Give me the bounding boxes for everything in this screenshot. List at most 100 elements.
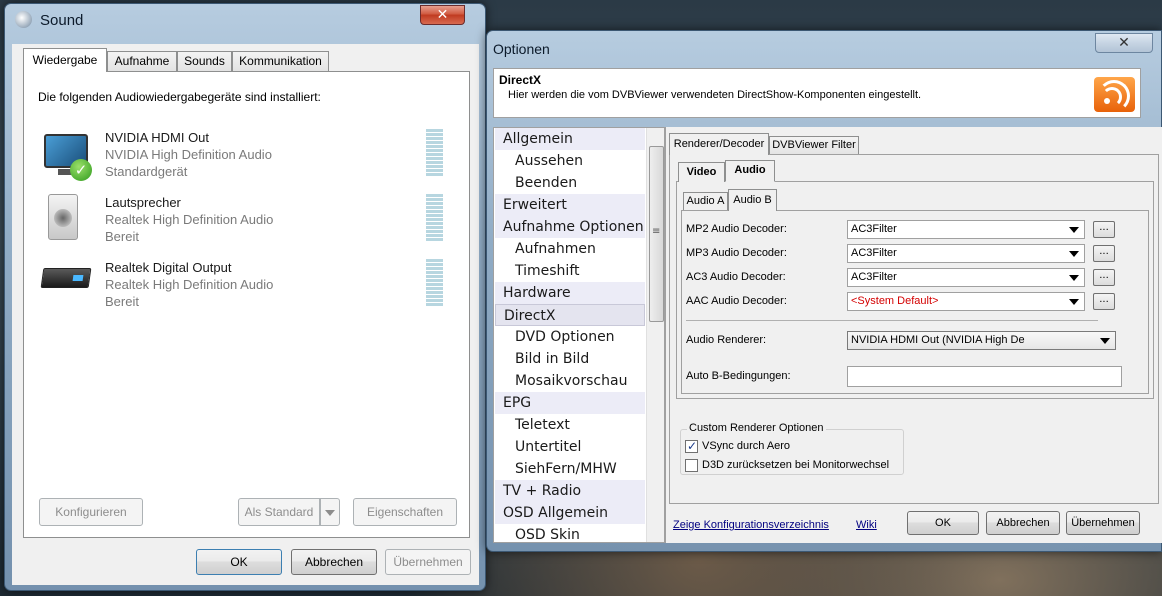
tab-audio-a[interactable]: Audio A: [683, 192, 728, 211]
nav-item[interactable]: Bild in Bild: [495, 348, 645, 370]
sound-client-area: Wiedergabe Aufnahme Sounds Kommunikation…: [12, 44, 479, 585]
scroll-grip-icon: ≡: [652, 226, 661, 237]
volume-meter: [426, 259, 443, 307]
nav-item[interactable]: Erweitert: [495, 194, 645, 216]
aac-decoder-properties-button[interactable]: ...: [1093, 293, 1115, 310]
device-list-item[interactable]: Lautsprecher Realtek High Definition Aud…: [38, 189, 458, 251]
nav-item[interactable]: OSD Allgemein: [495, 502, 645, 524]
nav-item[interactable]: Untertitel: [495, 436, 645, 458]
sound-close-button[interactable]: ✕: [420, 5, 465, 25]
nav-item[interactable]: TV + Radio: [495, 480, 645, 502]
config-dir-link[interactable]: Zeige Konfigurationsverzeichnis: [673, 519, 829, 531]
device-list-item[interactable]: ✓ NVIDIA HDMI Out NVIDIA High Definition…: [38, 124, 458, 186]
nav-item[interactable]: Aufnahme Optionen: [495, 216, 645, 238]
chevron-down-icon: [1069, 227, 1079, 233]
mp3-decoder-properties-button[interactable]: ...: [1093, 245, 1115, 262]
nav-item[interactable]: Aufnahmen: [495, 238, 645, 260]
nav-item[interactable]: EPG: [495, 392, 645, 414]
tab-wiedergabe[interactable]: Wiedergabe: [23, 48, 107, 72]
sound-window-title: Sound: [40, 12, 84, 29]
vsync-checkbox[interactable]: ✓: [685, 439, 698, 453]
tab-dvbviewer-filter[interactable]: DVBViewer Filter: [769, 136, 859, 155]
ac3-decoder-properties-button[interactable]: ...: [1093, 269, 1115, 286]
chevron-down-icon: [1069, 299, 1079, 305]
tab-renderer-decoder[interactable]: Renderer/Decoder: [669, 133, 769, 155]
device-driver: Realtek High Definition Audio: [105, 277, 274, 292]
volume-meter: [426, 129, 443, 177]
check-icon: ✓: [687, 439, 698, 453]
device-status: Standardgerät: [105, 164, 188, 179]
volume-meter: [426, 194, 443, 242]
configure-button[interactable]: Konfigurieren: [39, 498, 143, 526]
tab-audio-b[interactable]: Audio B: [728, 189, 777, 211]
vsync-label[interactable]: VSync durch Aero: [702, 440, 790, 452]
mp2-decoder-value: AC3Filter: [851, 223, 897, 235]
nav-item[interactable]: Timeshift: [495, 260, 645, 282]
cancel-button[interactable]: Abbrechen: [291, 549, 377, 575]
set-default-dropdown[interactable]: [320, 498, 340, 526]
ac3-decoder-label: AC3 Audio Decoder:: [686, 271, 786, 283]
audio-renderer-value: NVIDIA HDMI Out (NVIDIA High De: [851, 334, 1025, 346]
aac-decoder-label: AAC Audio Decoder:: [686, 295, 787, 307]
auto-b-label: Auto B-Bedingungen:: [686, 370, 791, 382]
options-titlebar[interactable]: Optionen ✕: [487, 31, 1161, 61]
options-close-button[interactable]: ✕: [1095, 33, 1153, 53]
mp3-decoder-value: AC3Filter: [851, 247, 897, 259]
mp2-decoder-properties-button[interactable]: ...: [1093, 221, 1115, 238]
sound-app-icon: [15, 11, 32, 28]
playback-intro-text: Die folgenden Audiowiedergabegeräte sind…: [38, 90, 321, 104]
header-description: Hier werden die vom DVBViewer verwendete…: [508, 89, 922, 101]
auto-b-input[interactable]: [847, 366, 1122, 387]
options-nav-list: Allgemein Aussehen Beenden Erweitert Aufnahm…: [493, 127, 665, 543]
nav-item[interactable]: Beenden: [495, 172, 645, 194]
apply-button[interactable]: Übernehmen: [385, 549, 471, 575]
device-list-item[interactable]: Realtek Digital Output Realtek High Defi…: [38, 254, 458, 316]
ac3-decoder-value: AC3Filter: [851, 271, 897, 283]
audio-renderer-select[interactable]: NVIDIA HDMI Out (NVIDIA High De: [847, 331, 1116, 350]
tab-aufnahme[interactable]: Aufnahme: [107, 51, 177, 71]
digital-output-icon: [40, 268, 92, 288]
mp3-decoder-label: MP3 Audio Decoder:: [686, 247, 787, 259]
renderer-decoder-panel: Video Audio Audio A Audio B MP2 Audio De…: [669, 154, 1159, 504]
options-header: DirectX Hier werden die vom DVBViewer ve…: [493, 68, 1141, 118]
nav-items: Allgemein Aussehen Beenden Erweitert Aufnahm…: [495, 128, 646, 542]
nav-item[interactable]: Teletext: [495, 414, 645, 436]
options-ok-button[interactable]: OK: [907, 511, 979, 535]
properties-button[interactable]: Eigenschaften: [353, 498, 457, 526]
nav-item[interactable]: OSD Skin: [495, 524, 645, 542]
wiki-link[interactable]: Wiki: [856, 519, 877, 531]
tab-video[interactable]: Video: [678, 162, 725, 182]
options-cancel-button[interactable]: Abbrechen: [986, 511, 1060, 535]
options-window-title: Optionen: [493, 41, 550, 57]
set-default-button[interactable]: Als Standard: [238, 498, 320, 526]
ac3-decoder-select[interactable]: AC3Filter: [847, 268, 1085, 287]
ok-button[interactable]: OK: [196, 549, 282, 575]
custom-renderer-group: Custom Renderer Optionen ✓ VSync durch A…: [680, 422, 904, 475]
d3d-reset-checkbox[interactable]: [685, 459, 698, 472]
nav-item[interactable]: Mosaikvorschau: [495, 370, 645, 392]
nav-item[interactable]: Aussehen: [495, 150, 645, 172]
chevron-down-icon: [1069, 275, 1079, 281]
nav-item[interactable]: DirectX: [495, 304, 645, 326]
output-led: [72, 275, 84, 281]
tab-kommunikation[interactable]: Kommunikation: [232, 51, 329, 71]
tab-sounds[interactable]: Sounds: [177, 51, 232, 71]
rss-logo-icon: [1094, 77, 1135, 112]
nav-item[interactable]: SiehFern/MHW: [495, 458, 645, 480]
tab-audio[interactable]: Audio: [725, 160, 775, 182]
nav-scrollbar[interactable]: ≡: [646, 128, 664, 542]
device-status: Bereit: [105, 229, 139, 244]
mp2-decoder-select[interactable]: AC3Filter: [847, 220, 1085, 239]
audio-panel: Audio A Audio B MP2 Audio Decoder: AC3Fi…: [676, 181, 1154, 399]
options-apply-button[interactable]: Übernehmen: [1066, 511, 1140, 535]
sound-titlebar[interactable]: Sound ✕: [5, 4, 485, 34]
d3d-reset-label[interactable]: D3D zurücksetzen bei Monitorwechsel: [702, 459, 889, 471]
nav-item[interactable]: Hardware: [495, 282, 645, 304]
nav-item[interactable]: Allgemein: [495, 128, 645, 150]
mp3-decoder-select[interactable]: AC3Filter: [847, 244, 1085, 263]
nav-item[interactable]: DVD Optionen: [495, 326, 645, 348]
speaker-cone: [54, 209, 72, 227]
options-window: Optionen ✕ DirectX Hier werden die vom D…: [486, 30, 1162, 552]
separator: [686, 320, 1098, 321]
aac-decoder-select[interactable]: <System Default>: [847, 292, 1085, 311]
